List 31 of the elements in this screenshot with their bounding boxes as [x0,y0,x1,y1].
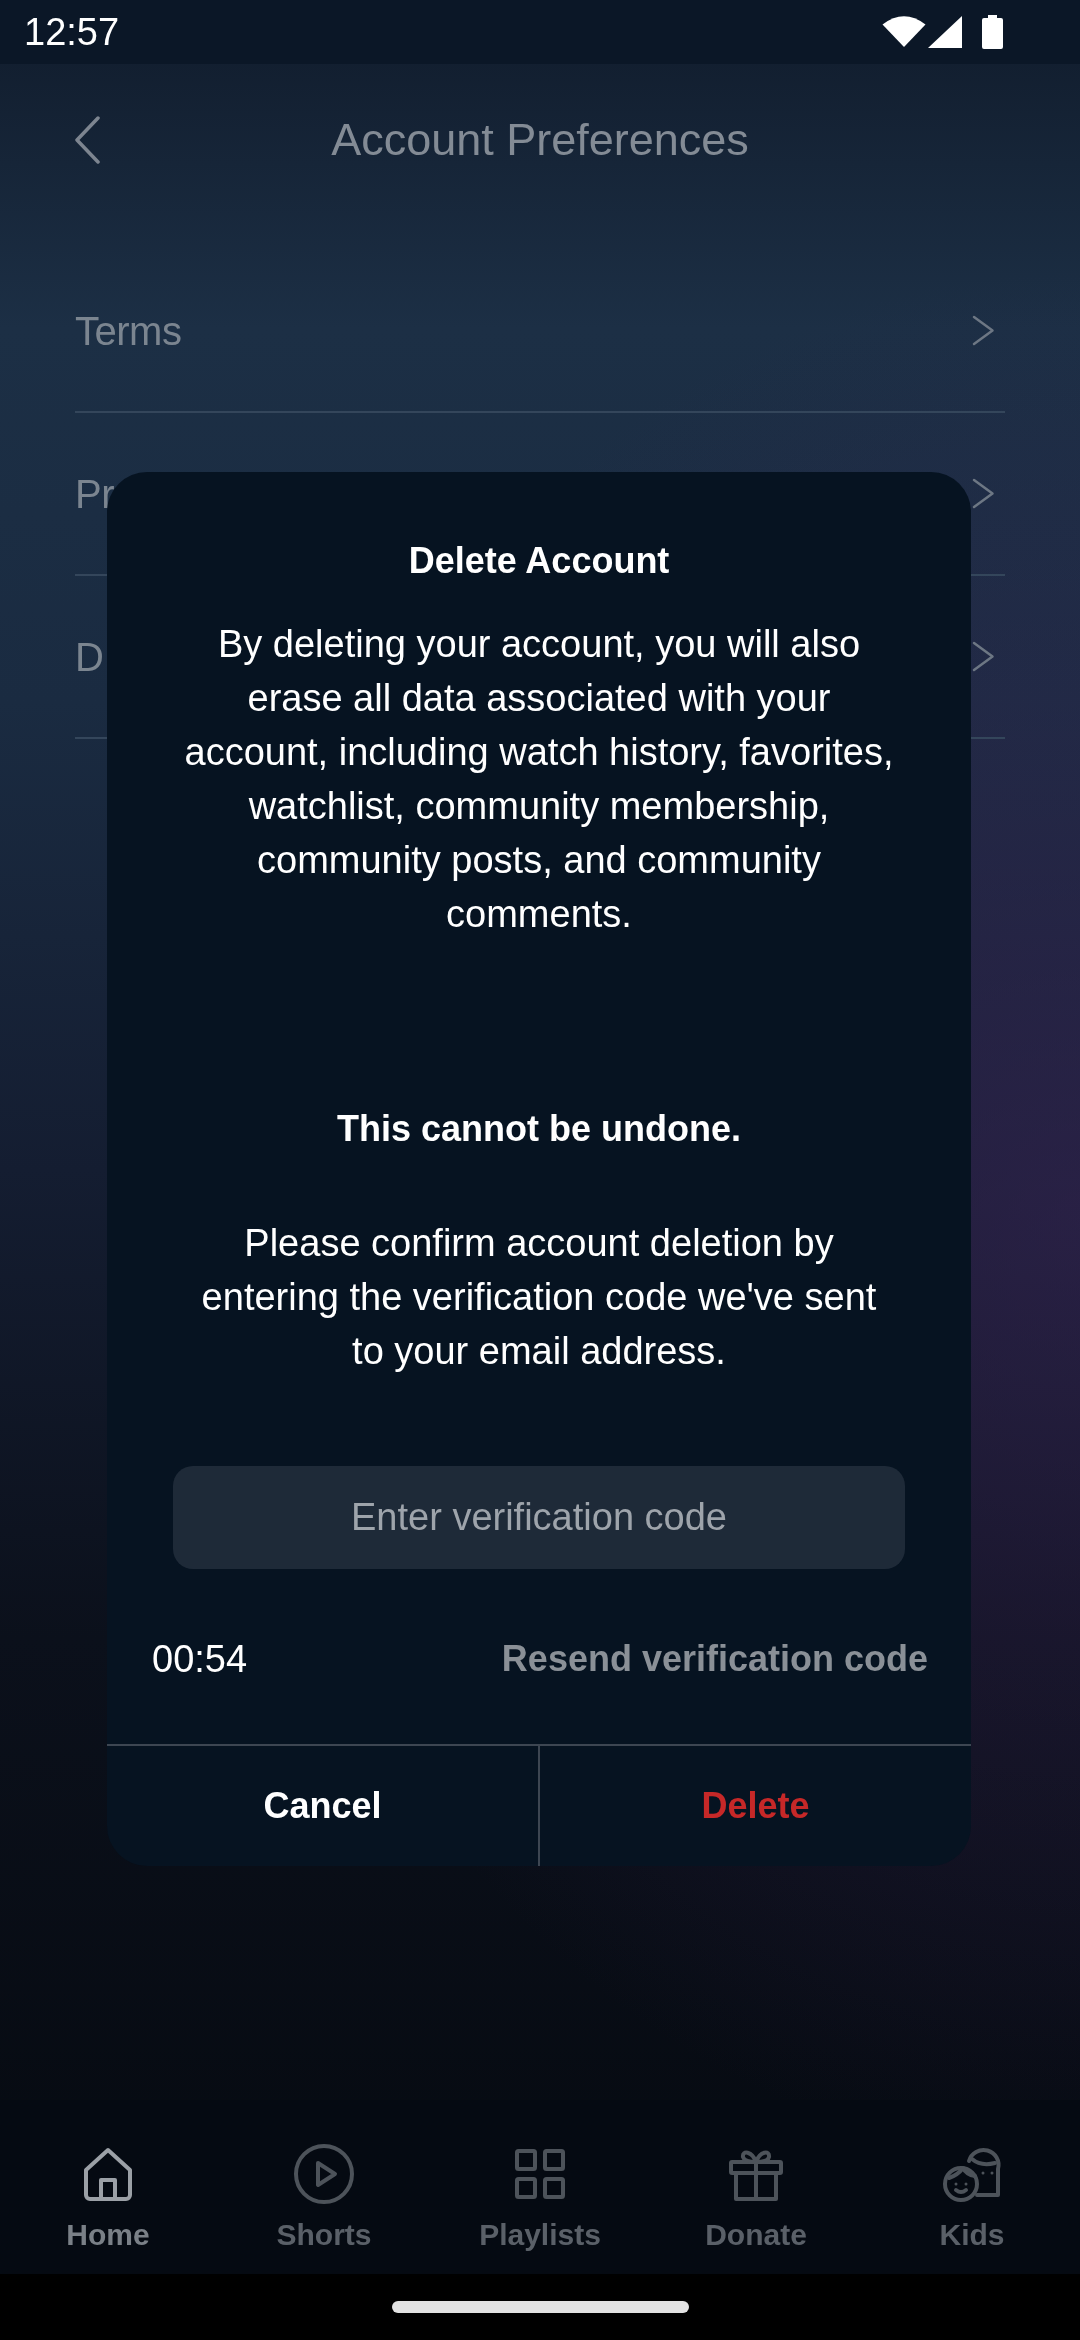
back-button[interactable] [74,116,101,164]
nav-label: Home [66,2217,150,2253]
nav-tab[interactable]: Donate [648,2100,864,2274]
nav-tab[interactable]: Home [0,2100,216,2274]
chevron-left-icon [74,116,101,164]
cancel-button[interactable]: Cancel [107,1746,538,1866]
instructions-text: Please confirm account deletion by entering the verification code we've sent to your email address. [200,1221,878,1374]
verification-code-field[interactable]: Enter verification code [173,1466,905,1569]
delete-button[interactable]: Delete [540,1746,971,1866]
nav-label: Donate [705,2217,807,2253]
nav-tab[interactable]: Shorts [216,2100,432,2274]
menu-item[interactable]: D [75,632,104,681]
warning-text: This cannot be undone. [336,1107,742,1151]
battery-icon [982,15,1003,49]
nav-label: Kids [939,2217,1005,2253]
dialog-message: By deleting your account, you will also erase all data associated with your account, including watch history, favorites, watchlist, community membership, community posts, and community comments. [183,622,895,937]
page-title: Account Preferences [331,114,749,166]
status-time: 12:57 [24,13,120,51]
nav-tab[interactable]: Kids [864,2100,1080,2274]
play-circle-icon [293,2143,355,2205]
chevron-right-icon[interactable] [972,315,995,346]
menu-item[interactable]: Terms [75,306,182,355]
nav-label: Shorts [276,2217,372,2253]
nav-tab[interactable]: Playlists [432,2100,648,2274]
signal-icon [928,16,962,48]
countdown-timer: 00:54 [152,1637,248,1681]
chevron-right-icon[interactable] [972,641,995,672]
dialog-title: Delete Account [407,539,671,583]
chevron-right-icon[interactable] [972,478,995,509]
wifi-icon [882,16,926,48]
nav-label: Playlists [479,2217,601,2253]
